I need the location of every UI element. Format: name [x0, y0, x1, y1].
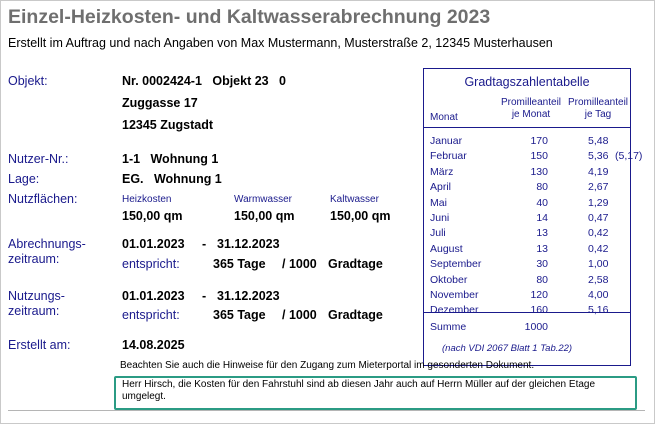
- gradtags-col-pm-monat-1: Promilleanteil: [500, 97, 562, 108]
- gradtags-row-tag-value: 1,00: [588, 258, 609, 271]
- gradtags-col-monat: Monat: [430, 112, 458, 123]
- gradtags-row-tag-value: 4,19: [588, 165, 609, 178]
- nutzer-label: Nutzer-Nr.:: [8, 152, 69, 166]
- objekt-line2: Zuggasse 17: [122, 96, 198, 110]
- gradtags-row-monat: Dezember: [430, 304, 479, 317]
- mieterportal-note: Beachten Sie auch die Hinweise für den Z…: [120, 360, 535, 371]
- gradtags-row-monat-value: 130: [530, 165, 548, 178]
- gradtags-row-tag-value: 5,48: [588, 135, 609, 147]
- gradtags-col-pm-tag-2: je Tag: [584, 109, 612, 120]
- nutzung-gradtage: Gradtage: [328, 308, 383, 322]
- custom-message-box: Herr Hirsch, die Kosten für den Fahrstuh…: [114, 376, 637, 410]
- abrechnung-dash: -: [202, 237, 207, 251]
- nutzflaeche-kalt-value: 150,00 qm: [330, 209, 391, 223]
- gradtags-row-tag-value: 0,42: [588, 242, 609, 255]
- abrechnung-label-2: zeitraum:: [8, 252, 60, 266]
- gradtags-summe-value: 1000: [524, 321, 548, 333]
- gradtags-row-tag-value: 5,16: [588, 304, 609, 317]
- nutzflaeche-warm-value: 150,00 qm: [234, 209, 295, 223]
- gradtags-row-monat-value: 30: [536, 258, 548, 271]
- nutzflaeche-heiz-name: Heizkosten: [122, 194, 172, 205]
- objekt-label: Objekt:: [8, 74, 48, 88]
- nutzung-dash: -: [202, 289, 207, 303]
- gradtags-row-monat-value: 80: [536, 181, 548, 194]
- gradtags-row-tag-value: 0,47: [588, 212, 609, 224]
- abrechnung-slash: / 1000: [282, 257, 317, 271]
- nutzung-to: 31.12.2023: [217, 289, 280, 303]
- gradtags-header-divider: [424, 127, 630, 128]
- gradtags-title: Gradtagszahlentabelle: [464, 75, 590, 89]
- nutzflaechen-label: Nutzflächen:: [8, 192, 78, 206]
- gradtags-row-monat-value: 80: [536, 273, 548, 286]
- custom-message-text: Herr Hirsch, die Kosten für den Fahrstuh…: [122, 379, 596, 402]
- gradtags-row-monat: April: [430, 181, 452, 194]
- bottom-divider: [8, 410, 645, 411]
- gradtags-summe-label: Summe: [430, 321, 467, 333]
- gradtags-row-tag-value: 2,58: [588, 273, 609, 286]
- abrechnung-from: 01.01.2023: [122, 237, 185, 251]
- gradtags-row-tag-value: 4,00: [588, 289, 609, 301]
- gradtags-row-monat-value: 13: [536, 242, 548, 255]
- abrechnung-gradtage: Gradtage: [328, 257, 383, 271]
- nutzung-tage: 365 Tage: [213, 308, 266, 322]
- lage-value: EG. Wohnung 1: [122, 172, 222, 186]
- gradtags-row-monat-value: 40: [536, 196, 548, 209]
- nutzung-label-1: Nutzungs-: [8, 289, 65, 303]
- gradtags-row-monat-value: 120: [530, 289, 548, 301]
- objekt-line1: Nr. 0002424-1 Objekt 23 0: [122, 74, 286, 88]
- nutzflaeche-heiz-value: 150,00 qm: [122, 209, 183, 223]
- erstellt-label: Erstellt am:: [8, 338, 71, 352]
- gradtags-sum-divider: [424, 312, 630, 313]
- gradtags-row-tag-value: 5,36: [588, 150, 609, 163]
- gradtags-row-extra: (5,17): [615, 150, 643, 163]
- gradtags-row-monat: August: [430, 242, 463, 255]
- erstellt-value: 14.08.2025: [122, 338, 185, 352]
- gradtags-row-tag-value: 0,42: [588, 227, 609, 240]
- gradtags-row-monat: Februar: [430, 150, 467, 163]
- gradtags-col-pm-monat-2: je Monat: [511, 109, 551, 120]
- lage-label: Lage:: [8, 172, 40, 186]
- gradtags-table: Gradtagszahlentabelle Monat Promilleante…: [423, 68, 642, 366]
- nutzung-label-2: zeitraum:: [8, 304, 60, 318]
- document-subtitle: Erstellt im Auftrag und nach Angaben von…: [8, 36, 553, 50]
- abrechnung-to: 31.12.2023: [217, 237, 280, 251]
- gradtags-row-monat: Juni: [430, 212, 450, 224]
- nutzung-entspricht: entspricht:: [122, 308, 180, 322]
- gradtags-row-monat-value: 150: [530, 150, 548, 163]
- document-title: Einzel-Heizkosten- und Kaltwasserabrechn…: [8, 6, 491, 28]
- gradtags-row-monat-value: 14: [536, 212, 548, 224]
- gradtags-row-monat: September: [430, 258, 482, 271]
- gradtags-row-monat: Januar: [430, 135, 463, 147]
- gradtags-col-pm-tag-1: Promilleanteil: [567, 97, 629, 108]
- gradtags-row-monat: Mai: [430, 196, 447, 209]
- abrechnung-tage: 365 Tage: [213, 257, 266, 271]
- gradtags-row-tag-value: 2,67: [588, 181, 609, 194]
- gradtags-row-monat: November: [430, 289, 479, 301]
- nutzung-from: 01.01.2023: [122, 289, 185, 303]
- abrechnung-entspricht: entspricht:: [122, 257, 180, 271]
- nutzer-value: 1-1 Wohnung 1: [122, 152, 219, 166]
- gradtags-row-monat: Juli: [430, 227, 446, 240]
- nutzflaeche-warm-name: Warmwasser: [234, 194, 292, 205]
- gradtags-row-monat-value: 13: [536, 227, 548, 240]
- gradtags-row-monat-value: 160: [530, 304, 548, 317]
- gradtags-row-monat: Oktober: [430, 273, 468, 286]
- nutzflaeche-kalt-name: Kaltwasser: [330, 194, 379, 205]
- abrechnung-label-1: Abrechnungs-: [8, 237, 86, 251]
- gradtags-row-monat-value: 170: [530, 135, 548, 147]
- gradtags-footnote: (nach VDI 2067 Blatt 1 Tab.22): [442, 343, 573, 354]
- gradtags-row-monat: März: [430, 165, 454, 178]
- gradtags-row-tag-value: 1,29: [588, 196, 609, 209]
- objekt-line3: 12345 Zugstadt: [122, 118, 214, 132]
- nutzung-slash: / 1000: [282, 308, 317, 322]
